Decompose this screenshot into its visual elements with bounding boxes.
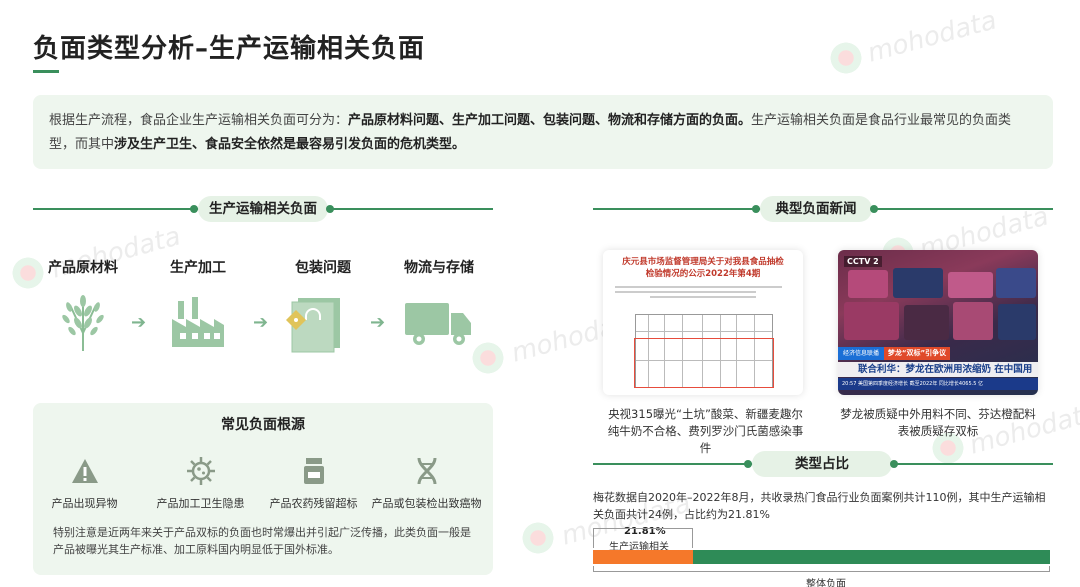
root-item-pesticide: 产品农药残留超标 bbox=[256, 455, 371, 511]
ratio-total-label: 整体负面 bbox=[806, 579, 846, 587]
arrow-right-icon: ➔ bbox=[253, 312, 269, 333]
section-dot bbox=[190, 205, 198, 213]
tv-headline: 联合利华：梦龙在欧洲用浓缩奶 在中国用复原奶 bbox=[838, 362, 1038, 390]
stage-label-logistics: 物流与存储 bbox=[404, 260, 474, 276]
watermark-logo-icon bbox=[520, 520, 556, 556]
factory-icon bbox=[172, 297, 224, 347]
news-card-tv[interactable]: CCTV 2 经济信息联播 梦龙“双标”引争议 联合利华：梦龙在欧洲用浓缩奶 在… bbox=[838, 250, 1038, 395]
arrow-right-icon: ➔ bbox=[370, 312, 386, 333]
watermark-logo-icon bbox=[828, 40, 864, 76]
tv-tag-left: 经济信息联播 bbox=[838, 347, 884, 360]
tv-screenshot: CCTV 2 经济信息联播 梦龙“双标”引争议 联合利华：梦龙在欧洲用浓缩奶 在… bbox=[838, 250, 1038, 395]
tv-channel-logo: CCTV 2 bbox=[844, 256, 882, 267]
intro-bold-text: 产品原材料问题、生产加工问题、包装问题、物流和存储方面的负面。 bbox=[348, 113, 752, 128]
tv-tag: 梦龙“双标”引争议 bbox=[884, 347, 950, 360]
section-dot bbox=[326, 205, 334, 213]
page-title: 负面类型分析–生产运输相关负面 bbox=[33, 34, 426, 64]
root-label: 产品出现异物 bbox=[51, 497, 118, 510]
title-underline bbox=[33, 70, 59, 73]
roots-panel: 常见负面根源 产品出现异物 产品加工卫生隐患 产品农药残留超标 产品或包装检出致… bbox=[33, 403, 493, 575]
news-caption: 梦龙被质疑中外用料不同、芬达橙配料表被质疑存双标 bbox=[840, 407, 1036, 438]
doc-text-lines bbox=[615, 286, 791, 298]
intro-text: 根据生产流程，食品企业生产运输相关负面可分为： bbox=[49, 113, 349, 128]
root-label: 产品农药残留超标 bbox=[269, 497, 358, 510]
root-item-carcinogen: 产品或包装检出致癌物 bbox=[369, 455, 484, 511]
section-title-ratio: 类型占比 bbox=[752, 451, 892, 477]
dna-icon bbox=[417, 457, 436, 485]
delivery-truck-icon bbox=[405, 303, 471, 345]
section-title-news: 典型负面新闻 bbox=[760, 196, 872, 222]
pesticide-bottle-icon bbox=[303, 458, 324, 484]
stage-label-raw-material: 产品原材料 bbox=[48, 260, 118, 276]
root-item-foreign-matter: 产品出现异物 bbox=[27, 455, 142, 511]
tv-tag-bar: 经济信息联播 梦龙“双标”引争议 bbox=[838, 347, 1038, 360]
ratio-bracket-total bbox=[593, 566, 1050, 572]
tv-ticker: 20:57 美国第四季度经济增长 截至2022年 同比增长4065.5 亿 bbox=[838, 378, 1038, 390]
wheat-icon bbox=[62, 295, 104, 351]
ratio-bar-segment-rest bbox=[693, 550, 1050, 564]
section-title-production: 生产运输相关负面 bbox=[198, 196, 328, 222]
section-dot bbox=[744, 460, 752, 468]
section-dot bbox=[752, 205, 760, 213]
ratio-bar-segment-production bbox=[593, 550, 693, 564]
ratio-bar-chart bbox=[593, 550, 1050, 564]
news-caption: 央视315曝光“土坑”酸菜、新疆麦趣尔纯牛奶不合格、费列罗沙门氏菌感染事件 bbox=[607, 407, 804, 455]
section-dot bbox=[870, 205, 878, 213]
roots-title: 常见负面根源 bbox=[221, 417, 305, 433]
news-card-document[interactable]: 庆元县市场监督管理局关于对我县食品抽检检验情况的公示2022年第4期 bbox=[603, 250, 803, 395]
roots-note: 特别注意是近两年来关于产品双标的负面也时常爆出并引起广泛传播，此类负面一般是产品… bbox=[53, 526, 471, 556]
ratio-bracket-part bbox=[593, 528, 693, 548]
intro-panel: 根据生产流程，食品企业生产运输相关负面可分为：产品原材料问题、生产加工问题、包装… bbox=[33, 95, 1053, 169]
stage-label-packaging: 包装问题 bbox=[295, 260, 351, 276]
root-item-hygiene: 产品加工卫生隐患 bbox=[143, 455, 258, 511]
news-doc-title: 庆元县市场监督管理局关于对我县食品抽检检验情况的公示2022年第4期 bbox=[622, 257, 784, 279]
package-bag-icon bbox=[286, 298, 340, 353]
virus-icon bbox=[186, 457, 215, 485]
stage-label-processing: 生产加工 bbox=[170, 260, 226, 276]
intro-bold-text: 涉及生产卫生、食品安全依然是最容易引发负面的危机类型。 bbox=[114, 137, 466, 152]
root-label: 产品或包装检出致癌物 bbox=[371, 497, 482, 510]
watermark-logo-icon bbox=[470, 340, 506, 376]
ratio-description: 梅花数据自2020年–2022年8月，共收录热门食品行业负面案例共计110例，其… bbox=[593, 491, 1046, 521]
doc-highlight-box bbox=[634, 338, 774, 388]
root-label: 产品加工卫生隐患 bbox=[156, 497, 245, 510]
watermark: mohodata bbox=[864, 5, 1000, 69]
arrow-right-icon: ➔ bbox=[131, 312, 147, 333]
watermark-logo-icon bbox=[10, 255, 46, 291]
warning-triangle-icon bbox=[71, 459, 98, 483]
section-dot bbox=[890, 460, 898, 468]
